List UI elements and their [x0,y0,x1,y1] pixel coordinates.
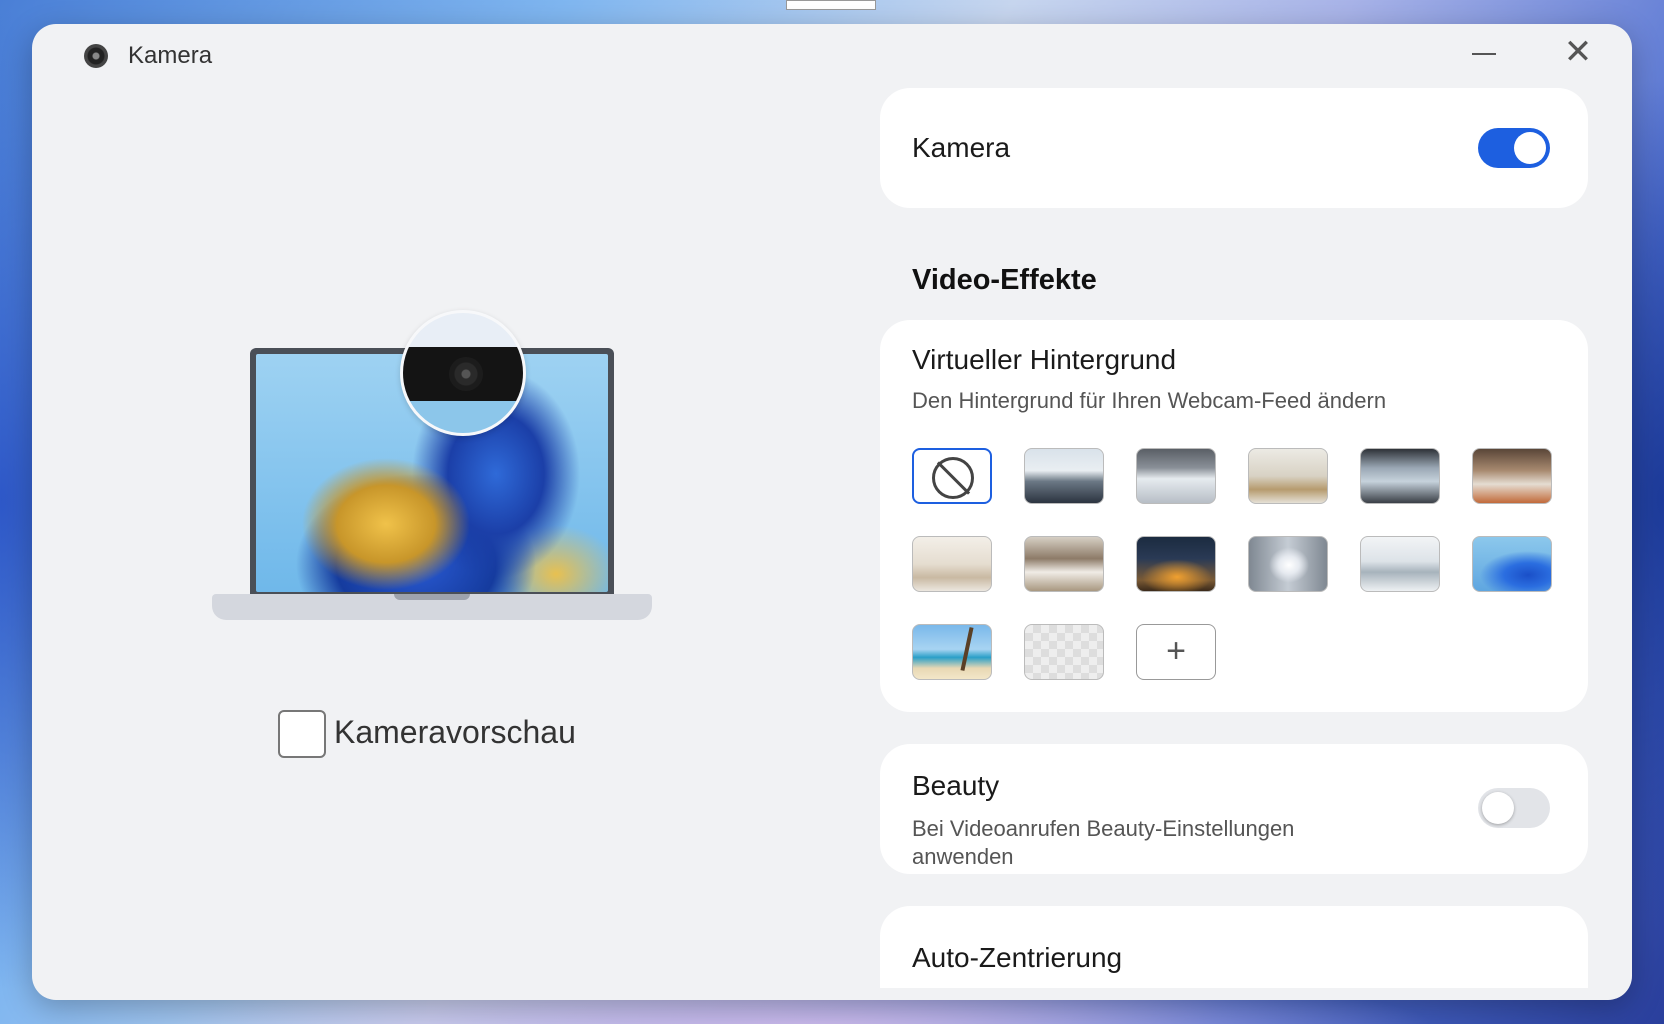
camera-app-icon [84,44,108,68]
toggle-knob [1482,792,1514,824]
camera-window: Kamera ✕ Kameravorschau Kamera Video-Eff… [32,24,1632,1000]
background-option-transparent[interactable] [1024,624,1104,680]
webcam-magnifier [400,310,526,436]
camera-toggle[interactable] [1478,128,1550,168]
minimize-button[interactable] [1466,38,1502,68]
background-option-none[interactable] [912,448,992,504]
laptop-illustration [212,284,652,644]
title-bar: Kamera ✕ [32,24,1632,84]
close-icon: ✕ [1563,33,1593,71]
webcam-lens-icon [449,357,483,391]
beauty-toggle[interactable] [1478,788,1550,828]
beauty-title: Beauty [912,770,1000,801]
desktop-thumbnail [786,0,876,10]
video-effects-heading: Video-Effekte [912,264,1097,296]
close-button[interactable]: ✕ [1560,35,1596,69]
laptop-notch [394,594,470,600]
background-option-office-4[interactable] [1360,448,1440,504]
background-option-city-night[interactable] [1136,536,1216,592]
auto-center-title: Auto-Zentrierung [912,942,1123,973]
add-background-button[interactable]: + [1136,624,1216,680]
no-background-icon [932,457,974,499]
camera-preview-checkbox[interactable] [278,710,326,758]
virtual-background-subtitle: Den Hintergrund für Ihren Webcam-Feed än… [912,388,1387,413]
background-option-living-room-2[interactable] [1024,536,1104,592]
settings-panel: Kamera Video-Effekte Virtueller Hintergr… [880,88,1588,988]
camera-card-title: Kamera [912,132,1011,163]
beauty-card: Beauty Bei Videoanrufen Beauty-Einstellu… [880,744,1588,874]
beauty-subtitle-line1: Bei Videoanrufen Beauty-Einstellungen [912,816,1295,841]
beauty-subtitle-line2: anwenden [912,844,1014,869]
window-title: Kamera [128,42,213,69]
camera-preview-label: Kameravorschau [334,714,576,750]
background-option-living-room-1[interactable] [912,536,992,592]
virtual-background-title: Virtueller Hintergrund [912,344,1177,375]
background-option-office-2[interactable] [1136,448,1216,504]
background-option-office-1[interactable] [1024,448,1104,504]
background-option-office-3[interactable] [1248,448,1328,504]
toggle-knob [1514,132,1546,164]
background-option-beach[interactable] [912,624,992,680]
background-option-wallpaper-blue[interactable] [1472,536,1552,592]
auto-center-card: Auto-Zentrierung [880,906,1588,988]
plus-icon: + [1166,632,1186,670]
camera-card: Kamera [880,88,1588,208]
background-option-tunnel[interactable] [1248,536,1328,592]
background-option-office-5[interactable] [1472,448,1552,504]
background-option-mountains[interactable] [1360,536,1440,592]
virtual-background-card: Virtueller Hintergrund Den Hintergrund f… [880,320,1588,712]
background-options: + [912,448,1552,688]
